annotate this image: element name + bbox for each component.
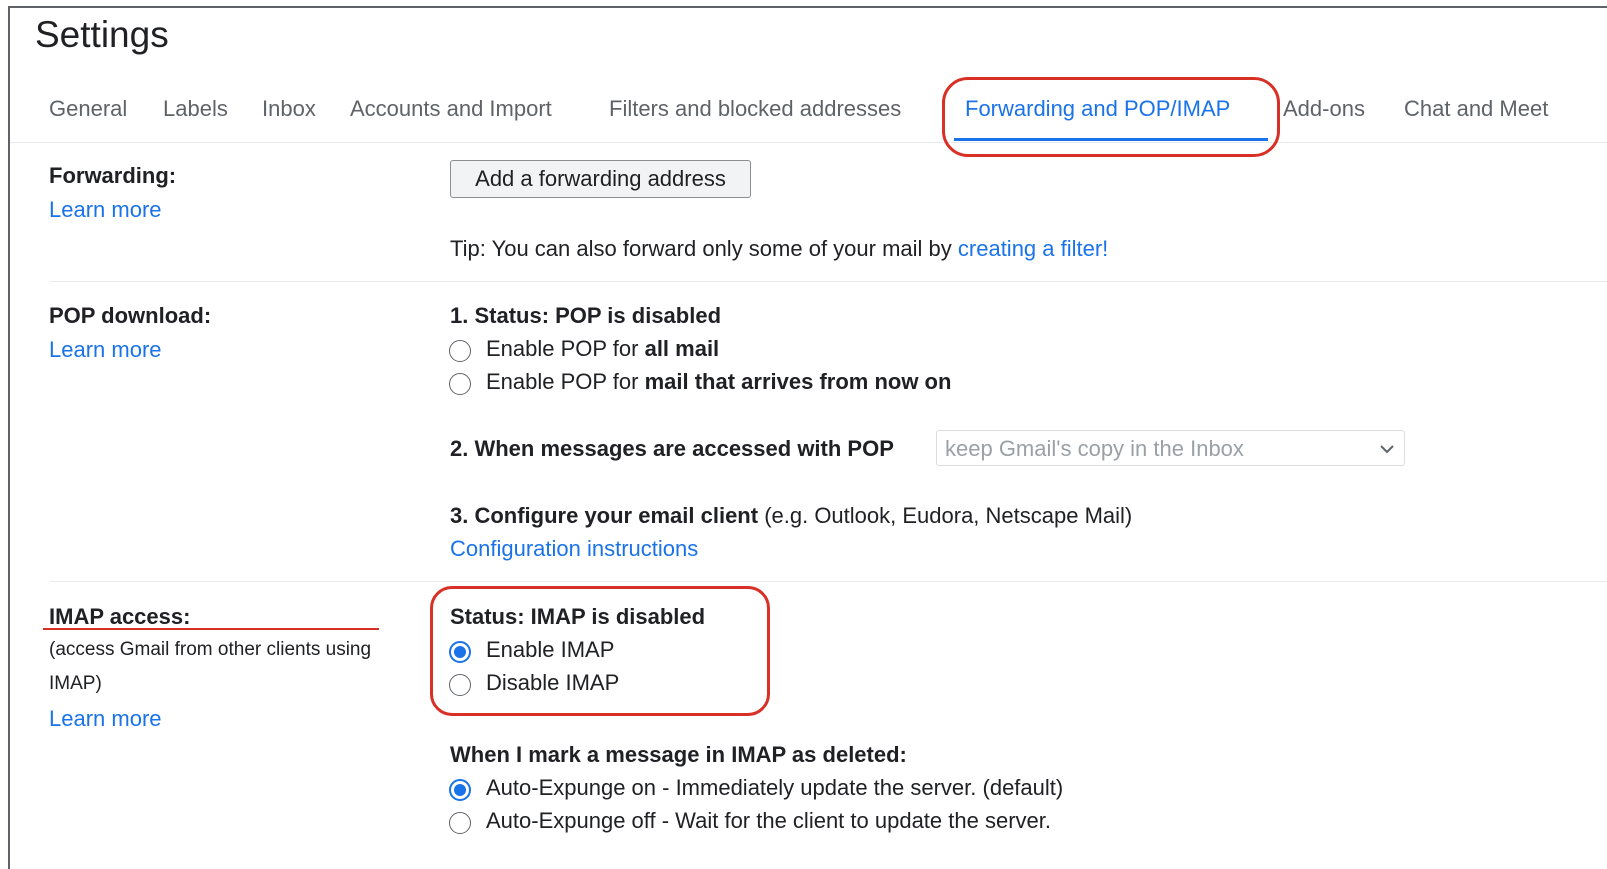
creating-filter-link[interactable]: creating a filter! — [958, 236, 1108, 261]
tab-chat-and-meet[interactable]: Chat and Meet — [1404, 96, 1548, 122]
imap-deleted-heading: When I mark a message in IMAP as deleted… — [450, 742, 907, 767]
section-divider — [50, 281, 1607, 282]
imap-learn-more-link[interactable]: Learn more — [49, 706, 162, 732]
tab-bar-divider — [10, 142, 1607, 143]
annotation-tab-highlight — [942, 77, 1280, 157]
annotation-imap-underline — [43, 628, 379, 630]
pop-access-label: 2. When messages are accessed with POP — [450, 436, 894, 461]
pop-configure-bold: 3. Configure your email client — [450, 503, 759, 528]
forwarding-tip-text: Tip: You can also forward only some of y… — [450, 236, 958, 261]
settings-tab-bar: General Labels Inbox Accounts and Import… — [0, 88, 1607, 142]
pop-all-mail-label: Enable POP for all mail — [486, 336, 719, 362]
imap-description-line1: (access Gmail from other clients using — [49, 639, 372, 660]
forwarding-learn-more-link[interactable]: Learn more — [49, 197, 162, 223]
tab-add-ons[interactable]: Add-ons — [1283, 96, 1365, 122]
imap-description-line2: IMAP) — [49, 673, 102, 694]
page-title: Settings — [35, 14, 169, 55]
pop-learn-more-link[interactable]: Learn more — [49, 337, 162, 363]
pop-access-select-value: keep Gmail's copy in the Inbox — [945, 436, 1244, 461]
auto-expunge-off-radio[interactable] — [449, 812, 471, 834]
tab-general[interactable]: General — [49, 96, 127, 122]
configuration-instructions-link[interactable]: Configuration instructions — [450, 536, 698, 562]
pop-configure-client: 3. Configure your email client (e.g. Out… — [450, 503, 1132, 529]
pop-all-mail-bold: all mail — [644, 336, 720, 361]
annotation-imap-highlight — [430, 586, 770, 716]
pop-download-label: POP download: — [49, 303, 212, 328]
auto-expunge-on-radio[interactable] — [449, 779, 471, 801]
pop-status: 1. Status: POP is disabled — [450, 303, 722, 328]
pop-all-mail-prefix: Enable POP for — [486, 336, 645, 361]
pop-from-now-prefix: Enable POP for — [486, 369, 645, 394]
forwarding-label: Forwarding: — [49, 163, 177, 188]
chevron-down-icon — [1380, 445, 1394, 454]
tab-filters-and-blocked-addresses[interactable]: Filters and blocked addresses — [609, 96, 901, 122]
auto-expunge-on-label: Auto-Expunge on - Immediately update the… — [486, 775, 1064, 800]
pop-from-now-label: Enable POP for mail that arrives from no… — [486, 369, 951, 395]
auto-expunge-off-label: Auto-Expunge off - Wait for the client t… — [486, 808, 1051, 833]
pop-access-select[interactable]: keep Gmail's copy in the Inbox — [936, 430, 1405, 466]
pop-all-mail-radio[interactable] — [449, 340, 471, 362]
pop-configure-rest: (e.g. Outlook, Eudora, Netscape Mail) — [758, 503, 1133, 528]
tab-accounts-and-import[interactable]: Accounts and Import — [350, 96, 552, 122]
pop-from-now-bold: mail that arrives from now on — [644, 369, 952, 394]
forwarding-tip: Tip: You can also forward only some of y… — [450, 236, 1108, 262]
add-forwarding-address-button[interactable]: Add a forwarding address — [450, 160, 751, 198]
tab-inbox[interactable]: Inbox — [262, 96, 316, 122]
pop-from-now-radio[interactable] — [449, 373, 471, 395]
imap-access-label: IMAP access: — [49, 604, 191, 629]
section-divider — [50, 581, 1607, 582]
tab-labels[interactable]: Labels — [163, 96, 228, 122]
